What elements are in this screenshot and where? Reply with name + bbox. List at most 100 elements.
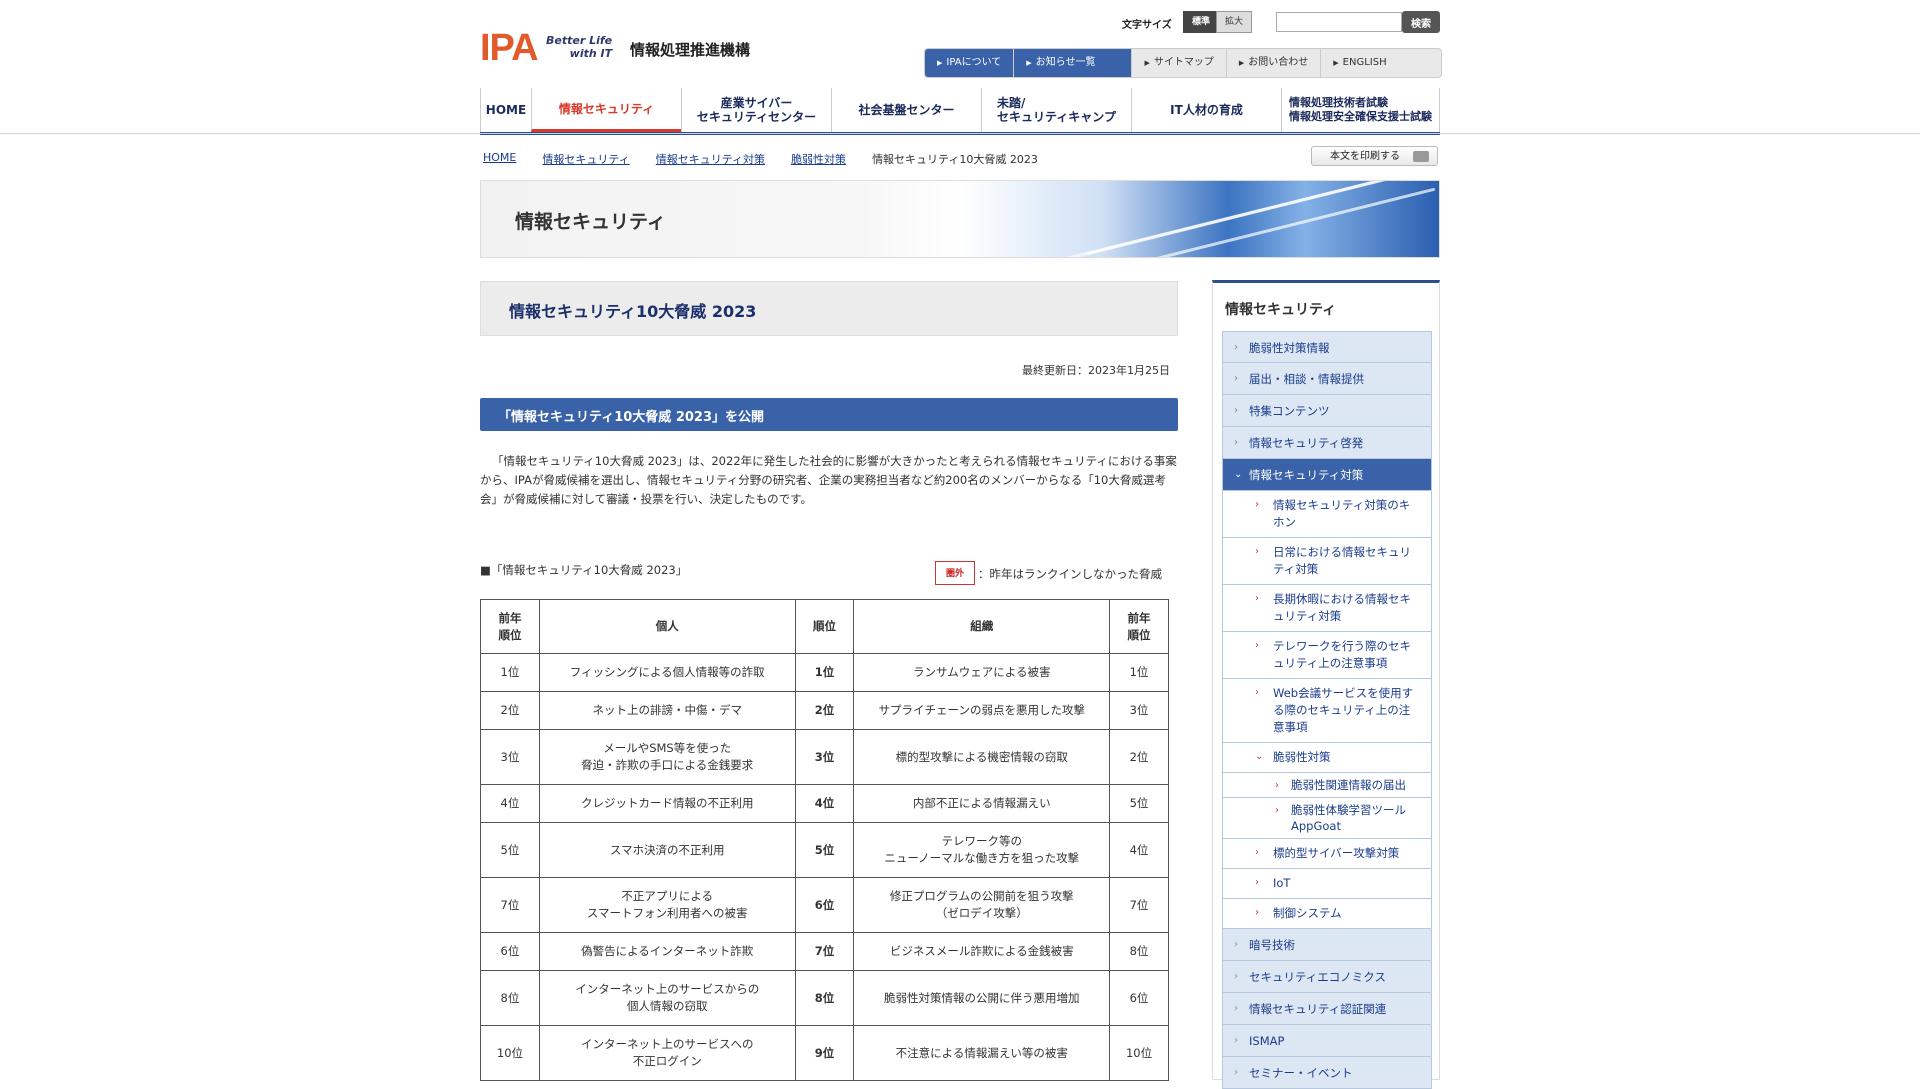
chevron-right-icon: › (1234, 1003, 1238, 1014)
sidebar-item[interactable]: › 届出・相談・情報提供 (1222, 363, 1432, 395)
table-row: 2位 ネット上の誹謗・中傷・デマ 2位 サプライチェーンの弱点を悪用した攻撃 3位 (480, 691, 1169, 730)
personal-threat-text: 偽警告によるインターネット詐欺 (581, 944, 754, 958)
sidebar-item[interactable]: ⌄ 情報セキュリティ対策 (1222, 459, 1432, 491)
org-threat-text: ニューノーマルな働き方を狙った攻撃 (884, 851, 1080, 865)
sidebar-item[interactable]: › 脆弱性関連情報の届出 (1222, 773, 1432, 798)
sidebar-item[interactable]: › 標的型サイバー攻撃対策 (1222, 839, 1432, 869)
org-threat-cell: ランサムウェアによる被害 (853, 653, 1111, 692)
org-prev-rank-cell: 4位 (1109, 822, 1169, 878)
util-nav-contact-label: お問い合わせ (1248, 57, 1309, 68)
util-nav-sitemap[interactable]: ▶ サイトマップ (1132, 49, 1227, 77)
ranking-body: 1位 フィッシングによる個人情報等の詐取 1位 ランサムウェアによる被害 1位 2位 ネット… (480, 653, 1169, 1081)
printer-icon (1413, 151, 1429, 162)
sidebar-item-label: 届出・相談・情報提供 (1249, 372, 1364, 386)
sidebar-item-label: 制御システム (1273, 906, 1342, 920)
header-organization: 組織 (853, 599, 1111, 654)
search-input[interactable] (1276, 12, 1402, 32)
table-row: 5位 スマホ決済の不正利用 5位 テレワーク等の ニューノーマルな働き方を狙った攻撃 4位 (480, 822, 1169, 878)
sidebar-item[interactable]: › 脆弱性体験学習ツール AppGoat (1222, 798, 1432, 839)
chevron-right-icon: › (1255, 687, 1259, 698)
sidebar-item[interactable]: › 特集コンテンツ (1222, 395, 1432, 427)
personal-threat-cell: スマホ決済の不正利用 (538, 822, 796, 878)
sidebar-item[interactable]: › 情報セキュリティ認証関連 (1222, 993, 1432, 1025)
section-heading: 「情報セキュリティ10大脅威 2023」を公開 (498, 410, 765, 425)
section-heading-bar: 「情報セキュリティ10大脅威 2023」を公開 (480, 398, 1178, 431)
gnav-it-human[interactable]: IT人材の育成 (1131, 88, 1281, 132)
gnav-exam-line-1: 情報処理技術者試験 (1289, 96, 1388, 109)
rank-cell: 6位 (794, 877, 855, 933)
breadcrumb-vulnerability[interactable]: 脆弱性対策 (791, 151, 846, 167)
sidebar-item[interactable]: › 情報セキュリティ対策のキホン (1222, 491, 1432, 538)
sidebar-item[interactable]: › Web会議サービスを使用する際のセキュリティ上の注意事項 (1222, 679, 1432, 743)
sidebar-item[interactable]: › 脆弱性対策情報 (1222, 331, 1432, 363)
org-prev-rank-cell: 8位 (1109, 932, 1169, 971)
header-org-prev-rank: 前年 順位 (1109, 599, 1169, 654)
sidebar-item[interactable]: › 暗号技術 (1222, 929, 1432, 961)
sidebar-item[interactable]: › テレワークを行う際のセキュリティ上の注意事項 (1222, 632, 1432, 679)
sidebar-item[interactable]: › IoT (1222, 869, 1432, 899)
table-row: 8位 インターネット上のサービスからの 個人情報の窃取 8位 脆弱性対策情報の公開に伴う… (480, 970, 1169, 1026)
triangle-right-icon: ▶ (1026, 59, 1032, 67)
sidebar-item[interactable]: › ISMAP (1222, 1025, 1432, 1057)
sidebar-item[interactable]: › 日常における情報セキュリティ対策 (1222, 538, 1432, 585)
util-nav-about[interactable]: ▶ IPAについて (925, 49, 1015, 77)
sidebar-item[interactable]: › セミナー・イベント (1222, 1057, 1432, 1089)
sidebar-item[interactable]: › 制御システム (1222, 899, 1432, 929)
sidebar-item[interactable]: ⌄ 脆弱性対策 (1222, 743, 1432, 773)
gnav-home[interactable]: HOME (480, 88, 531, 132)
org-prev-rank-cell: 2位 (1109, 729, 1169, 785)
util-nav-about-label: IPAについて (946, 57, 1002, 68)
org-threat-cell: サプライチェーンの弱点を悪用した攻撃 (853, 691, 1111, 730)
util-nav-sitemap-label: サイトマップ (1153, 57, 1214, 68)
gnav-it-human-label: IT人材の育成 (1170, 103, 1243, 117)
sidebar: 情報セキュリティ › 脆弱性対策情報 › 届出・相談・情報提供 › 特集コンテンツ › 情報セ… (1212, 280, 1440, 1089)
personal-threat-cell: インターネット上のサービスへの 不正ログイン (538, 1025, 796, 1081)
gnav-infosec[interactable]: 情報セキュリティ (531, 88, 681, 132)
gnav-icscoe[interactable]: 産業サイバー セキュリティセンター (681, 88, 831, 132)
breadcrumb-home[interactable]: HOME (483, 151, 516, 167)
banner-swoosh (1085, 181, 1437, 256)
chevron-right-icon: › (1234, 342, 1238, 353)
personal-threat-text: スマートフォン利用者への被害 (586, 906, 748, 920)
gnav-social-infra[interactable]: 社会基盤センター (831, 88, 981, 132)
table-row: 4位 クレジットカード情報の不正利用 4位 内部不正による情報漏えい 5位 (480, 784, 1169, 823)
chevron-right-icon: › (1255, 546, 1259, 557)
header-rank: 順位 (794, 599, 855, 654)
sidebar-item[interactable]: › 情報セキュリティ啓発 (1222, 427, 1432, 459)
org-threat-text: 内部不正による情報漏えい (912, 796, 1051, 810)
header-personal-prev-rank: 前年 順位 (480, 599, 540, 654)
gnav-exam[interactable]: 情報処理技術者試験 情報処理安全確保支援士試験 (1281, 88, 1440, 132)
triangle-right-icon: ▶ (1333, 59, 1339, 67)
org-threat-text: テレワーク等の (941, 834, 1023, 848)
ipa-logo[interactable]: IPA (480, 29, 539, 67)
gnav-mitou-line-2: セキュリティキャンプ (997, 110, 1116, 124)
chevron-right-icon: › (1255, 499, 1259, 510)
search-button[interactable]: 検索 (1402, 11, 1440, 33)
util-nav-english[interactable]: ▶ ENGLISH (1321, 49, 1398, 77)
util-nav-contact[interactable]: ▶ お問い合わせ (1227, 49, 1322, 77)
sidebar-item-label: セキュリティエコノミクス (1249, 970, 1386, 984)
font-size-large-button[interactable]: 拡大 (1216, 11, 1252, 33)
nav-divider (0, 133, 1920, 134)
org-prev-rank-cell: 3位 (1109, 691, 1169, 730)
personal-threat-cell: クレジットカード情報の不正利用 (538, 784, 796, 823)
breadcrumb: HOME 情報セキュリティ 情報セキュリティ対策 脆弱性対策 情報セキュリティ1… (483, 151, 1038, 167)
personal-prev-rank-cell: 5位 (480, 822, 540, 878)
sidebar-item[interactable]: › セキュリティエコノミクス (1222, 961, 1432, 993)
gnav-mitou[interactable]: 未踏/セキュリティキャンプ (981, 88, 1131, 132)
print-button-label: 本文を印刷する (1330, 151, 1400, 162)
sidebar-item[interactable]: › 長期休暇における情報セキュリティ対策 (1222, 585, 1432, 632)
org-prev-rank-cell: 5位 (1109, 784, 1169, 823)
print-button[interactable]: 本文を印刷する (1311, 146, 1438, 166)
chevron-right-icon: › (1275, 780, 1279, 791)
personal-threat-cell: ネット上の誹謗・中傷・デマ (538, 691, 796, 730)
breadcrumb-infosec[interactable]: 情報セキュリティ (542, 151, 629, 167)
sidebar-item-label: ISMAP (1249, 1034, 1285, 1048)
personal-prev-rank-cell: 10位 (480, 1025, 540, 1081)
sidebar-title: 情報セキュリティ (1225, 302, 1337, 318)
breadcrumb-infosec-measures[interactable]: 情報セキュリティ対策 (656, 151, 765, 167)
org-threat-text: 修正プログラムの公開前を狙う攻撃 (889, 889, 1074, 903)
font-size-standard-button[interactable]: 標準 (1183, 11, 1219, 33)
util-nav-news[interactable]: ▶ お知らせ一覧 (1014, 49, 1133, 77)
chevron-right-icon: › (1234, 1067, 1238, 1078)
